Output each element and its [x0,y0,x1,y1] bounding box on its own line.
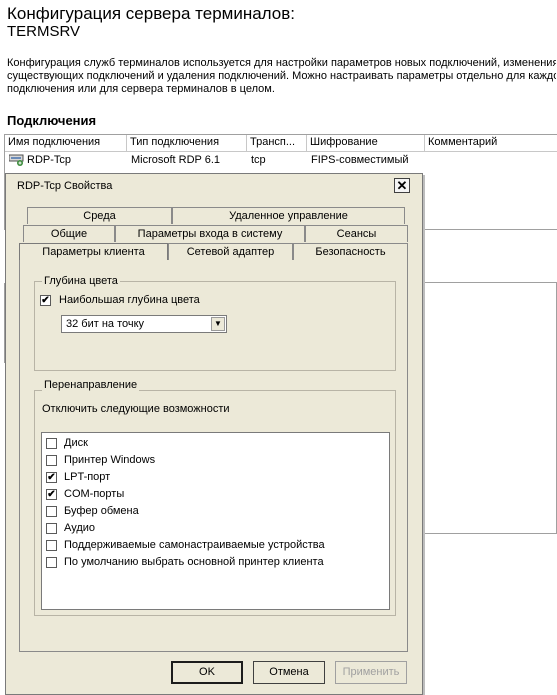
dialog-titlebar[interactable]: RDP-Tcp Свойства ✕ [6,174,422,198]
connection-encryption: FIPS-совместимый [311,154,409,166]
redirection-list[interactable]: Диск Принтер Windows ✔ LPT-порт ✔ COM-по… [41,432,390,610]
description-line: Конфигурация служб терминалов использует… [7,57,556,69]
max-color-depth-checkbox[interactable]: ✔ [40,295,51,306]
column-header-name[interactable]: Имя подключения [5,135,127,151]
windows-printer-checkbox[interactable] [46,455,57,466]
color-depth-group-label: Глубина цвета [42,275,120,287]
connection-name: RDP-Tcp [27,154,72,166]
tab-network-adapter[interactable]: Сетевой адаптер [168,243,293,260]
connections-table-header: Имя подключения Тип подключения Трансп..… [5,135,557,152]
description-line: подключения или для сервера терминалов в… [7,83,275,95]
lpt-port-checkbox[interactable]: ✔ [46,472,57,483]
column-header-type[interactable]: Тип подключения [127,135,247,151]
server-name: TERMSRV [7,23,81,40]
list-item: LPT-порт [64,471,111,483]
apply-button[interactable]: Применить [335,661,407,684]
list-item: Буфер обмена [64,505,139,517]
column-header-transport[interactable]: Трансп... [247,135,307,151]
com-ports-checkbox[interactable]: ✔ [46,489,57,500]
connection-type: Microsoft RDP 6.1 [131,154,221,166]
list-item: COM-порты [64,488,125,500]
audio-checkbox[interactable] [46,523,57,534]
tab-general[interactable]: Общие [23,225,115,242]
page-title: Конфигурация сервера терминалов: [7,4,295,23]
cancel-button[interactable]: Отмена [253,661,325,684]
disk-checkbox[interactable] [46,438,57,449]
tab-logon-settings[interactable]: Параметры входа в систему [115,225,305,242]
list-item: Аудио [64,522,96,534]
close-icon[interactable]: ✕ [394,178,410,193]
tab-client-settings[interactable]: Параметры клиента [19,243,168,261]
column-header-encryption[interactable]: Шифрование [307,135,425,151]
connection-transport: tcp [251,154,266,166]
tab-environment[interactable]: Среда [27,207,172,224]
redirection-group-label: Перенаправление [42,379,140,391]
list-item: Принтер Windows [64,454,156,466]
connection-icon [9,154,24,166]
list-item: По умолчанию выбрать основной принтер кл… [64,556,324,568]
tab-sessions[interactable]: Сеансы [305,225,408,242]
column-header-comment[interactable]: Комментарий [425,135,557,151]
clipboard-checkbox[interactable] [46,506,57,517]
dialog-title: RDP-Tcp Свойства [17,180,113,192]
connections-section-title: Подключения [7,113,97,128]
color-depth-value: 32 бит на точку [66,318,145,330]
properties-dialog: RDP-Tcp Свойства ✕ Среда Удаленное управ… [5,173,423,695]
tab-security[interactable]: Безопасность [293,243,408,260]
list-item: Диск [64,437,88,449]
default-printer-checkbox[interactable] [46,557,57,568]
tab-remote-control[interactable]: Удаленное управление [172,207,405,224]
chevron-down-icon[interactable]: ▼ [211,317,225,331]
pnp-devices-checkbox[interactable] [46,540,57,551]
redirection-hint: Отключить следующие возможности [42,403,230,415]
max-color-depth-label: Наибольшая глубина цвета [59,294,200,306]
page-description: Конфигурация служб терминалов использует… [7,57,556,96]
list-item: Поддерживаемые самонастраиваемые устройс… [64,539,325,551]
ok-button[interactable]: OK [171,661,243,684]
description-line: существующих подключений и удаления подк… [7,70,556,82]
color-depth-select[interactable]: 32 бит на точку ▼ [61,315,227,333]
